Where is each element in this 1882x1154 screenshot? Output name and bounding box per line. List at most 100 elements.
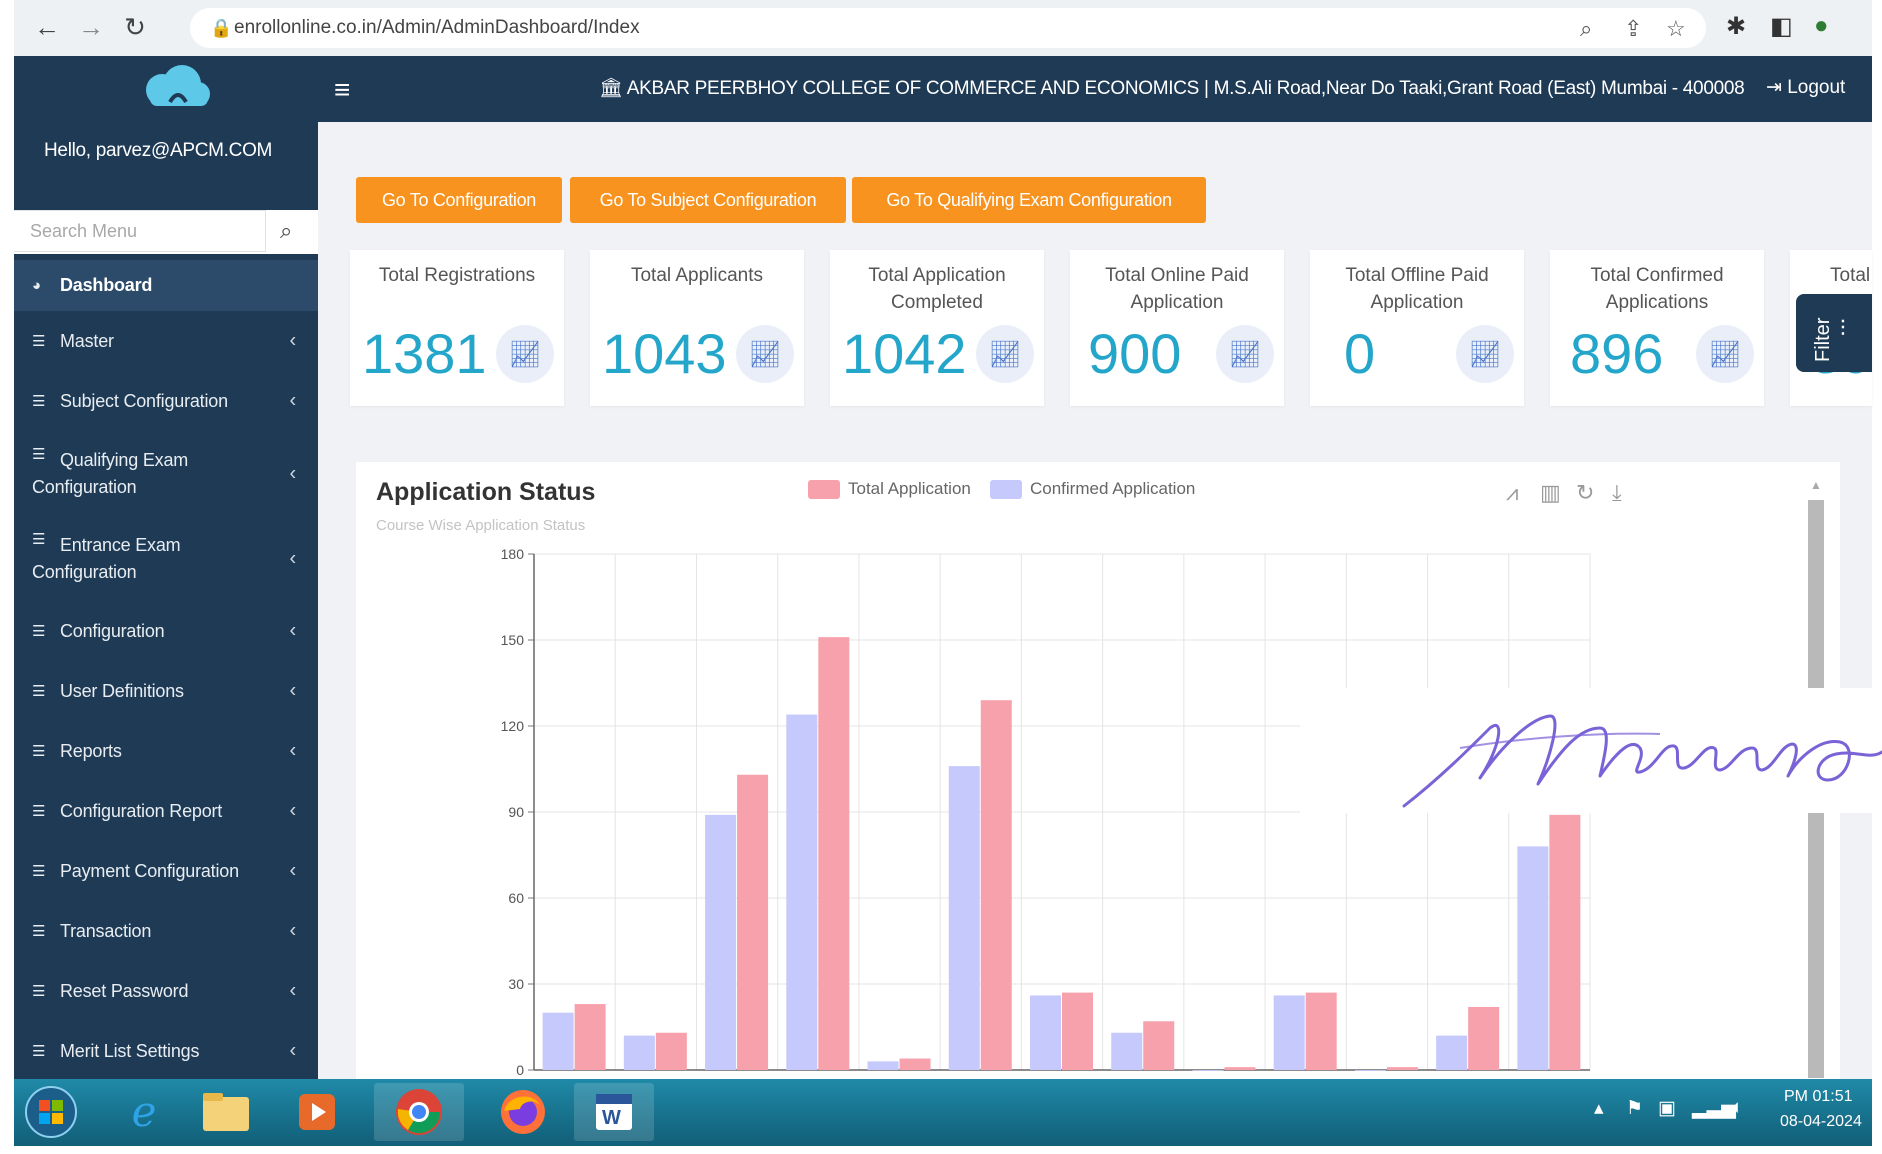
share-icon[interactable]: ⇪ (1624, 16, 1642, 42)
y-tick-label: 60 (508, 890, 524, 906)
extensions-puzzle-icon[interactable]: ✱ (1726, 12, 1746, 41)
firefox-icon[interactable] (488, 1083, 558, 1141)
bar-confirmed-application (1030, 995, 1061, 1070)
bar-total-application (899, 1058, 931, 1070)
legend-swatch-total[interactable] (808, 480, 840, 499)
go-to-subject-configuration-button[interactable]: Go To Subject Configuration (570, 177, 846, 223)
bar-chart-toggle-icon[interactable]: ▥ (1540, 480, 1561, 506)
sidebar-item-dashboard[interactable]: ◕ Dashboard (14, 260, 318, 311)
scroll-up-icon[interactable]: ▲ (1808, 478, 1824, 492)
sidebar-item-label: Master (60, 330, 114, 351)
stat-card-total-confirmed-applications: Total Confirmed Applications 896 📈︎ (1550, 250, 1764, 406)
y-tick-label: 180 (501, 546, 525, 562)
legend-swatch-confirmed[interactable] (990, 480, 1022, 499)
profile-avatar-icon[interactable]: ● (1814, 12, 1829, 40)
trend-chart-icon[interactable]: 📈︎ (1696, 325, 1754, 383)
sidebar-item-transaction[interactable]: ☰ Transaction ‹ (14, 901, 318, 961)
zoom-icon[interactable]: ⌕ (1580, 16, 1592, 42)
sidebar-item-qualifying-exam-configuration[interactable]: ☰ Qualifying Exam Configuration ‹ (14, 431, 318, 516)
reload-icon[interactable]: ↻ (120, 12, 150, 42)
clock-date[interactable]: 08-04-2024 (1780, 1113, 1862, 1131)
trend-chart-icon[interactable]: 📈︎ (976, 325, 1034, 383)
restore-icon[interactable]: ↻ (1576, 480, 1594, 506)
stat-value: 900 (1088, 322, 1182, 385)
chrome-icon[interactable] (374, 1083, 464, 1141)
filter-tab[interactable]: Filter ⫶ (1796, 294, 1872, 372)
line-chart-toggle-icon[interactable]: ⩘ (1506, 480, 1518, 506)
sidebar-item-reset-password[interactable]: ☰ Reset Password ‹ (14, 961, 318, 1021)
bookmark-star-icon[interactable]: ☆ (1666, 16, 1686, 42)
show-hidden-icons-icon[interactable]: ▴ (1594, 1097, 1604, 1120)
sidebar-item-user-definitions[interactable]: ☰ User Definitions ‹ (14, 661, 318, 721)
trend-chart-icon[interactable]: 📈︎ (736, 325, 794, 383)
sidebar-search: ⌕ (14, 210, 318, 254)
app-header: ≡ 🏛 AKBAR PEERBHOY COLLEGE OF COMMERCE A… (14, 56, 1872, 122)
bar-confirmed-application (705, 814, 737, 1070)
go-to-qualifying-exam-configuration-button[interactable]: Go To Qualifying Exam Configuration (852, 177, 1206, 223)
trend-chart-icon[interactable]: 📈︎ (496, 325, 554, 383)
stat-value: 896 (1570, 322, 1664, 385)
stat-title: Total Registrations (378, 265, 536, 286)
stat-title: Total (1830, 265, 1871, 286)
svg-text:W: W (602, 1107, 621, 1129)
action-center-flag-icon[interactable]: ⚑ (1626, 1097, 1643, 1120)
trend-chart-icon[interactable]: 📈︎ (1216, 325, 1274, 383)
sidebar-item-label: Dashboard (60, 275, 153, 295)
chevron-left-icon: ‹ (289, 919, 297, 942)
chevron-left-icon: ‹ (289, 389, 297, 412)
url-text[interactable]: enrollonline.co.in/Admin/AdminDashboard/… (234, 17, 640, 39)
bar-confirmed-application (1436, 1035, 1468, 1070)
clock-time[interactable]: PM 01:51 (1784, 1088, 1852, 1106)
bar-total-application (1549, 814, 1581, 1070)
forward-arrow-icon[interactable]: → (76, 12, 106, 42)
address-bar[interactable]: 🔒 enrollonline.co.in/Admin/AdminDashboar… (190, 8, 1706, 48)
download-icon[interactable]: ⤓ (1612, 480, 1622, 506)
file-explorer-icon[interactable] (196, 1083, 256, 1141)
sidebar-item-merit-list-settings[interactable]: ☰ Merit List Settings ‹ (14, 1021, 318, 1081)
media-player-icon[interactable] (292, 1083, 342, 1141)
chevron-left-icon: ‹ (289, 1039, 297, 1062)
hamburger-menu-icon[interactable]: ≡ (334, 74, 350, 106)
back-arrow-icon[interactable]: ← (32, 12, 62, 42)
sidebar-item-label: Entrance Exam Configuration (32, 534, 181, 582)
go-to-configuration-button[interactable]: Go To Configuration (356, 177, 562, 223)
chevron-left-icon: ‹ (289, 679, 297, 702)
chevron-left-icon: ‹ (289, 859, 297, 882)
stat-value: 1042 (842, 322, 967, 385)
stat-value: 0 (1344, 322, 1376, 385)
internet-explorer-icon[interactable]: e (114, 1083, 174, 1141)
side-panel-icon[interactable]: ◧ (1770, 12, 1793, 41)
volume-icon[interactable]: 🔈︎ (1732, 1097, 1743, 1119)
college-header: 🏛 AKBAR PEERBHOY COLLEGE OF COMMERCE AND… (599, 76, 1745, 100)
device-icon[interactable]: ▣ (1658, 1097, 1676, 1120)
sidebar-item-label: Payment Configuration (60, 860, 239, 881)
legend-label-confirmed[interactable]: Confirmed Application (1030, 479, 1195, 499)
logout-link[interactable]: ⇥ Logout (1766, 76, 1845, 99)
bar-total-application (737, 774, 769, 1070)
chevron-left-icon: ‹ (289, 547, 297, 569)
bar-confirmed-application (867, 1061, 899, 1070)
search-menu-input[interactable] (14, 210, 266, 252)
sidebar-item-configuration-report[interactable]: ☰ Configuration Report ‹ (14, 781, 318, 841)
stat-card-total-online-paid-application: Total Online Paid Application 900 📈︎ (1070, 250, 1284, 406)
bar-total-application (1305, 992, 1337, 1070)
sidebar: Hello, parvez@APCM.COM ⌕ ◕ Dashboard ☰ M… (14, 122, 318, 1079)
list-icon: ☰ (32, 393, 46, 410)
sidebar-item-master[interactable]: ☰ Master ‹ (14, 311, 318, 371)
sidebar-item-reports[interactable]: ☰ Reports ‹ (14, 721, 318, 781)
list-icon: ☰ (32, 623, 46, 640)
sidebar-item-payment-configuration[interactable]: ☰ Payment Configuration ‹ (14, 841, 318, 901)
chart-subtitle: Course Wise Application Status (376, 517, 586, 534)
trend-chart-icon[interactable]: 📈︎ (1456, 325, 1514, 383)
network-signal-icon[interactable]: ▂▃▅ (1692, 1097, 1736, 1120)
legend-label-total[interactable]: Total Application (848, 479, 971, 499)
y-tick-label: 30 (508, 976, 524, 992)
sidebar-item-configuration[interactable]: ☰ Configuration ‹ (14, 601, 318, 661)
bar-total-application (655, 1032, 687, 1070)
start-button-icon[interactable] (20, 1083, 82, 1141)
sidebar-item-subject-configuration[interactable]: ☰ Subject Configuration ‹ (14, 371, 318, 431)
filter-label: Filter (1812, 317, 1834, 362)
word-icon[interactable]: W (574, 1083, 654, 1141)
sidebar-item-entrance-exam-configuration[interactable]: ☰ Entrance Exam Configuration ‹ (14, 516, 318, 601)
search-icon[interactable]: ⌕ (280, 218, 292, 244)
